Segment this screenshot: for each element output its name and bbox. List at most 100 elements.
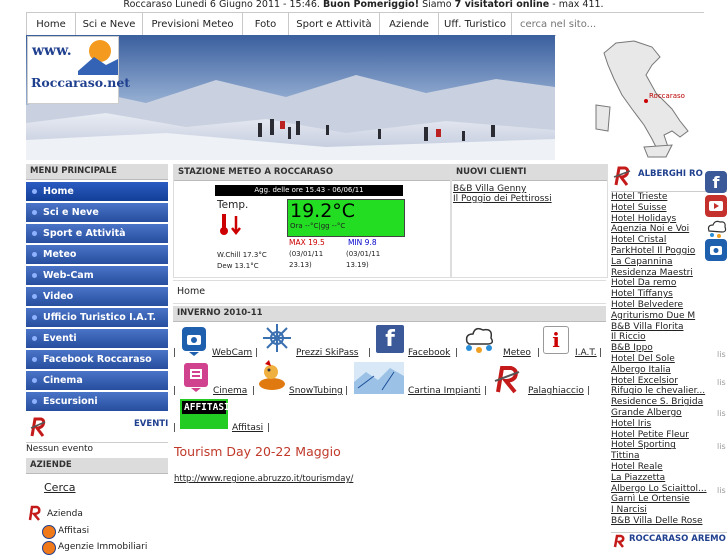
- snowflake-icon[interactable]: [261, 322, 293, 354]
- hotel-link[interactable]: I Narcisi: [611, 505, 727, 516]
- menu-item-facebook[interactable]: Facebook Roccaraso: [26, 350, 168, 369]
- hotel-link[interactable]: Grande Albergo: [611, 408, 727, 419]
- bullet-icon: [32, 231, 37, 236]
- cinema-icon[interactable]: [183, 362, 209, 392]
- cartina-link[interactable]: Cartina Impianti: [408, 386, 481, 396]
- hotel-link[interactable]: Rifugio le chevalier...: [611, 386, 727, 397]
- menu-item-cinema[interactable]: Cinema: [26, 371, 168, 390]
- skipass-link[interactable]: Prezzi SkiPass: [296, 348, 358, 358]
- hotel-link[interactable]: Hotel Sporting: [611, 440, 727, 451]
- hotel-link[interactable]: Hotel Del Sole: [611, 354, 727, 365]
- nav-sport[interactable]: Sport e Attività: [289, 13, 380, 35]
- webcam-icon[interactable]: [181, 326, 207, 356]
- hotel-link[interactable]: Garnì Le Ortensie: [611, 494, 727, 505]
- hotel-link[interactable]: Hotel Tiffanys: [611, 289, 727, 300]
- weather-icon[interactable]: [461, 324, 497, 354]
- menu-label: Home: [43, 186, 74, 197]
- nav-turistico[interactable]: Uff. Turistico: [439, 13, 512, 35]
- hotel-link[interactable]: Hotel Petite Fleur: [611, 430, 727, 441]
- temp-min: MIN 9.8: [348, 238, 377, 247]
- search-input[interactable]: [518, 17, 652, 31]
- nav-sci-neve[interactable]: Sci e Neve: [76, 13, 143, 35]
- hotel-link[interactable]: Albergo Italia: [611, 365, 727, 376]
- roccaraso-r-icon[interactable]: [493, 364, 523, 394]
- hotel-link[interactable]: La Piazzetta: [611, 473, 727, 484]
- article-url[interactable]: http://www.regione.abruzzo.it/tourismday…: [174, 474, 353, 484]
- site-logo[interactable]: www. Roccaraso.net: [27, 36, 130, 104]
- nav-aziende[interactable]: Aziende: [380, 13, 439, 35]
- side-text: lis: [717, 350, 726, 359]
- affitasi-option[interactable]: Affitasi: [58, 526, 89, 536]
- menu-item-webcam[interactable]: Web-Cam: [26, 266, 168, 285]
- bullet-icon: [32, 294, 37, 299]
- nav-foto[interactable]: Foto: [243, 13, 289, 35]
- next-option[interactable]: Agenzie Immobiliari: [58, 542, 147, 552]
- mid-text: Siamo: [422, 0, 452, 10]
- menu-item-iat[interactable]: Ufficio Turistico I.A.T.: [26, 308, 168, 327]
- menu-item-sport[interactable]: Sport e Attività: [26, 224, 168, 243]
- snowtubing-link[interactable]: SnowTubing: [289, 386, 343, 396]
- nav-home[interactable]: Home: [26, 13, 76, 35]
- bullet-icon: [32, 273, 37, 278]
- meteo-link[interactable]: Meteo: [503, 348, 531, 358]
- menu-item-video[interactable]: Video: [26, 287, 168, 306]
- hotel-link[interactable]: B&B Ippo: [611, 343, 727, 354]
- youtube-glyph: [709, 201, 723, 211]
- info-icon[interactable]: i: [543, 326, 569, 354]
- aziende-cerca-link[interactable]: Cerca: [44, 481, 76, 494]
- search-box: [512, 13, 704, 35]
- azienda-label: Azienda: [47, 509, 83, 519]
- webcam-icon[interactable]: [705, 239, 727, 261]
- hotel-link[interactable]: Agriturismo Due M: [611, 311, 727, 322]
- temp-display: 19.2°C Ora --°C|gg --°C: [287, 199, 405, 237]
- menu-item-home[interactable]: Home: [26, 182, 168, 201]
- hotel-link[interactable]: Hotel Da remo: [611, 278, 727, 289]
- menu-item-meteo[interactable]: Meteo: [26, 245, 168, 264]
- hotel-link[interactable]: B&B Villa Florita: [611, 322, 727, 333]
- breadcrumb-home[interactable]: Home: [177, 286, 205, 297]
- webcam-link[interactable]: WebCam: [212, 348, 252, 358]
- menu-item-eventi[interactable]: Eventi: [26, 329, 168, 348]
- menu-item-sci-neve[interactable]: Sci e Neve: [26, 203, 168, 222]
- article-title[interactable]: Tourism Day 20-22 Maggio: [174, 444, 341, 459]
- aziende-title: AZIENDE: [26, 458, 168, 474]
- cliente-link[interactable]: B&B Villa Genny: [453, 184, 607, 194]
- affitasi-badge[interactable]: AFFITASI: [180, 399, 230, 429]
- map-label: Roccaraso: [649, 92, 685, 100]
- weather-icon[interactable]: [705, 217, 727, 239]
- palaghiaccio-link[interactable]: Palaghiaccio: [528, 386, 584, 396]
- hotel-link[interactable]: Hotel Reale: [611, 462, 727, 473]
- temp-label: Temp.: [217, 199, 249, 211]
- menu-label: Escursioni: [43, 396, 98, 407]
- youtube-icon[interactable]: [705, 195, 727, 217]
- radio-icon[interactable]: [42, 541, 56, 555]
- menu-label: Ufficio Turistico I.A.T.: [43, 312, 157, 323]
- snowtubing-icon[interactable]: [257, 360, 287, 392]
- nav-meteo[interactable]: Previsioni Meteo: [143, 13, 243, 35]
- cliente-link[interactable]: Il Poggio dei Pettirossi: [453, 194, 607, 204]
- radio-icon[interactable]: [42, 525, 56, 539]
- cinema-link[interactable]: Cinema: [213, 386, 247, 396]
- hotel-link[interactable]: B&B Villa Delle Rose: [611, 516, 727, 527]
- hotel-link[interactable]: Albergo Lo Sciaittol...: [611, 484, 727, 495]
- affitasi-link[interactable]: Affitasi: [232, 423, 263, 433]
- iat-link[interactable]: I.A.T.: [575, 348, 597, 358]
- menu-item-escursioni[interactable]: Escursioni: [26, 392, 168, 411]
- hotel-link[interactable]: Residenza Maestri: [611, 268, 727, 279]
- facebook-icon[interactable]: f: [705, 171, 727, 193]
- main-nav: Home Sci e Neve Previsioni Meteo Foto Sp…: [26, 12, 704, 36]
- facebook-link[interactable]: Facebook: [408, 348, 450, 358]
- hotel-link[interactable]: Residence S. Brigida: [611, 397, 727, 408]
- hotel-link[interactable]: Tittina: [611, 451, 727, 462]
- hotel-link[interactable]: Hotel Iris: [611, 419, 727, 430]
- facebook-icon[interactable]: f: [376, 325, 404, 353]
- map-icon[interactable]: [354, 362, 404, 394]
- meteo-title: STAZIONE METEO A ROCCARASO: [174, 165, 450, 181]
- hotel-link[interactable]: Hotel Excelsior: [611, 376, 727, 387]
- hotel-link[interactable]: Hotel Belvedere: [611, 300, 727, 311]
- hotel-link[interactable]: Il Riccio: [611, 332, 727, 343]
- menu-label: Eventi: [43, 333, 77, 344]
- italy-map[interactable]: Roccaraso: [556, 35, 704, 160]
- bullet-icon: [32, 357, 37, 362]
- nuovi-title: NUOVI CLIENTI: [452, 165, 607, 181]
